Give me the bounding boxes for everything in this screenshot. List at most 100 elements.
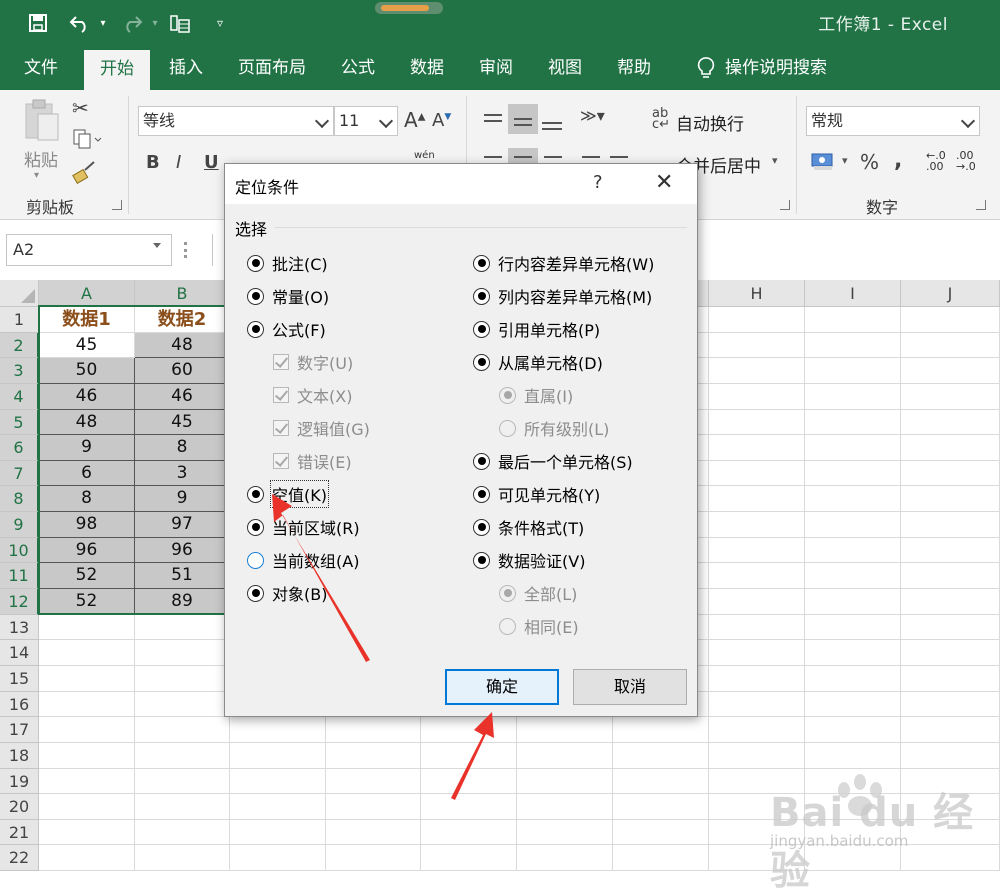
- empty-cell[interactable]: [421, 717, 517, 743]
- save-icon[interactable]: [22, 0, 54, 46]
- align-left-icon[interactable]: [484, 156, 502, 158]
- option-right_options-2[interactable]: 引用单元格(P): [473, 317, 600, 341]
- empty-cell[interactable]: [135, 665, 230, 692]
- empty-cell[interactable]: [135, 845, 230, 872]
- wrap-text-button[interactable]: 自动换行: [676, 110, 744, 135]
- empty-cell[interactable]: [709, 383, 805, 410]
- tab-file[interactable]: 文件: [10, 46, 72, 90]
- row-header[interactable]: 11: [0, 563, 39, 590]
- align-right-icon[interactable]: [544, 156, 562, 158]
- empty-cell[interactable]: [709, 717, 805, 743]
- paste-icon[interactable]: [22, 98, 62, 144]
- align-center-icon[interactable]: [514, 156, 532, 158]
- empty-cell[interactable]: [901, 640, 1000, 666]
- empty-cell[interactable]: [805, 563, 901, 590]
- row-header[interactable]: 15: [0, 665, 39, 692]
- tab-help[interactable]: 帮助: [604, 46, 664, 90]
- empty-cell[interactable]: [230, 717, 326, 743]
- empty-cell[interactable]: [901, 332, 1000, 359]
- data-cell[interactable]: 3: [135, 460, 230, 487]
- row-header[interactable]: 21: [0, 819, 39, 846]
- empty-cell[interactable]: [135, 819, 230, 846]
- align-bottom-icon[interactable]: [542, 122, 562, 124]
- shrink-font-icon[interactable]: A▼: [432, 110, 451, 131]
- option-right_options-0[interactable]: 行内容差异单元格(W): [473, 251, 654, 275]
- option-left_options-9[interactable]: 当前数组(A): [247, 548, 359, 572]
- tab-view[interactable]: 视图: [534, 46, 596, 90]
- empty-cell[interactable]: [517, 794, 613, 820]
- empty-cell[interactable]: [613, 819, 709, 846]
- formula-bar-grip-icon[interactable]: [184, 242, 187, 258]
- data-cell[interactable]: 46: [39, 383, 135, 410]
- empty-cell[interactable]: [805, 640, 901, 666]
- data-cell[interactable]: 52: [39, 563, 135, 590]
- empty-cell[interactable]: [901, 665, 1000, 692]
- option-right_options-6[interactable]: 最后一个单元格(S): [473, 449, 633, 473]
- radio-icon[interactable]: [473, 287, 490, 305]
- empty-cell[interactable]: [805, 486, 901, 513]
- empty-cell[interactable]: [613, 845, 709, 872]
- close-icon[interactable]: ✕: [655, 170, 673, 195]
- row-header[interactable]: 10: [0, 537, 39, 564]
- data-cell[interactable]: 52: [39, 589, 135, 615]
- font-size-combo[interactable]: 11: [334, 106, 398, 136]
- row-header[interactable]: 20: [0, 794, 39, 820]
- option-right_options-3[interactable]: 从属单元格(D): [473, 350, 603, 374]
- grow-font-icon[interactable]: A▲: [404, 108, 425, 132]
- row-header[interactable]: 1: [0, 307, 39, 333]
- row-header[interactable]: 2: [0, 332, 39, 359]
- copy-icon[interactable]: [72, 128, 102, 155]
- column-header-h[interactable]: H: [709, 280, 805, 307]
- empty-cell[interactable]: [901, 307, 1000, 333]
- empty-cell[interactable]: [805, 665, 901, 692]
- empty-cell[interactable]: [901, 563, 1000, 590]
- tab-data[interactable]: 数据: [396, 46, 458, 90]
- name-box-dropdown-icon[interactable]: [153, 243, 161, 248]
- option-left_options-7[interactable]: 空值(K): [247, 480, 329, 508]
- row-header[interactable]: 17: [0, 717, 39, 743]
- empty-cell[interactable]: [901, 717, 1000, 743]
- empty-cell[interactable]: [709, 614, 805, 641]
- empty-cell[interactable]: [517, 768, 613, 795]
- tab-insert[interactable]: 插入: [156, 46, 216, 90]
- empty-cell[interactable]: [421, 845, 517, 872]
- wrap-text-icon[interactable]: ab c↵: [652, 107, 670, 131]
- cancel-button[interactable]: 取消: [573, 669, 687, 705]
- empty-cell[interactable]: [517, 717, 613, 743]
- row-header[interactable]: 8: [0, 486, 39, 513]
- empty-cell[interactable]: [39, 794, 135, 820]
- empty-cell[interactable]: [230, 742, 326, 769]
- column-header-a[interactable]: A: [39, 280, 135, 307]
- header-cell[interactable]: 数据2: [135, 307, 230, 333]
- decrease-decimal-button[interactable]: .00 →.0: [956, 150, 976, 172]
- row-header[interactable]: 14: [0, 640, 39, 666]
- empty-cell[interactable]: [326, 845, 421, 872]
- increase-decimal-button[interactable]: ←.0 .00: [926, 150, 946, 172]
- merge-dropdown-icon[interactable]: ▾: [772, 154, 778, 167]
- empty-cell[interactable]: [326, 768, 421, 795]
- empty-cell[interactable]: [613, 742, 709, 769]
- empty-cell[interactable]: [709, 563, 805, 590]
- option-right_options-1[interactable]: 列内容差异单元格(M): [473, 284, 652, 308]
- data-cell[interactable]: 48: [135, 332, 230, 359]
- empty-cell[interactable]: [805, 358, 901, 384]
- empty-cell[interactable]: [901, 358, 1000, 384]
- empty-cell[interactable]: [39, 742, 135, 769]
- percent-button[interactable]: %: [860, 150, 879, 174]
- empty-cell[interactable]: [901, 537, 1000, 564]
- redo-icon[interactable]: [116, 0, 148, 46]
- option-left_options-2[interactable]: 公式(F): [247, 317, 326, 341]
- empty-cell[interactable]: [326, 717, 421, 743]
- empty-cell[interactable]: [39, 691, 135, 718]
- number-format-combo[interactable]: 常规: [806, 106, 980, 136]
- phonetic-guide-icon[interactable]: wén: [414, 150, 435, 161]
- empty-cell[interactable]: [613, 768, 709, 795]
- radio-icon[interactable]: [473, 320, 490, 338]
- radio-icon[interactable]: [473, 485, 490, 503]
- column-header-j[interactable]: J: [901, 280, 1000, 307]
- empty-cell[interactable]: [709, 691, 805, 718]
- data-cell[interactable]: 60: [135, 358, 230, 384]
- radio-icon[interactable]: [247, 320, 264, 338]
- column-header-i[interactable]: I: [805, 280, 901, 307]
- data-cell[interactable]: 46: [135, 383, 230, 410]
